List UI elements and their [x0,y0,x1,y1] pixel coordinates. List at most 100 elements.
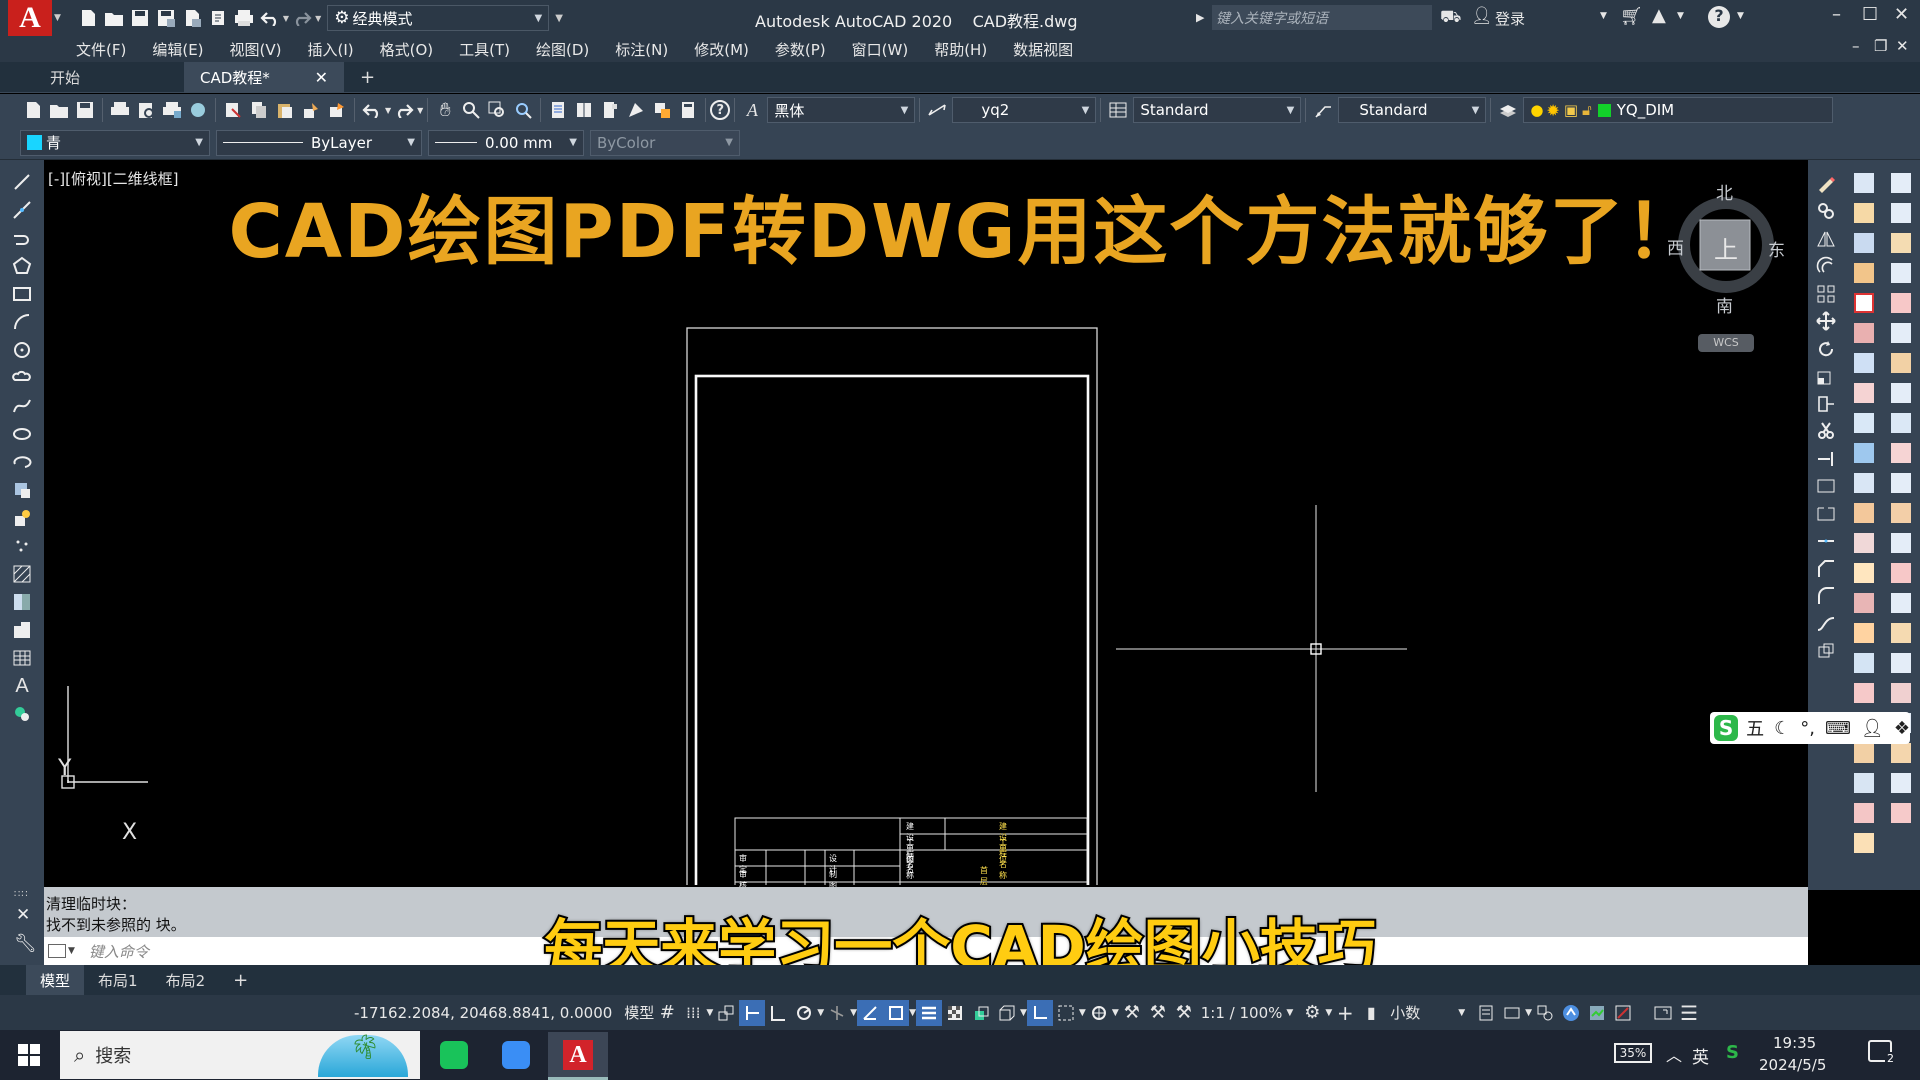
annotation-autoscale-icon[interactable]: ⚒ [1145,1000,1171,1026]
plugin-tool-3-icon[interactable] [1854,233,1874,253]
express-tool-13-icon[interactable] [1891,533,1911,553]
express-tool-1-icon[interactable] [1891,173,1911,193]
save-icon[interactable] [127,5,153,31]
keyboard-icon[interactable]: ⌨ [1825,718,1851,739]
multileader-style-icon[interactable] [1310,97,1336,123]
layer-properties-icon[interactable] [1495,97,1521,123]
plugin-tool-20-icon[interactable] [1854,743,1874,763]
paste-icon[interactable] [272,97,298,123]
express-tool-4-icon[interactable] [1891,263,1911,283]
a360-icon[interactable]: ▲ [1652,5,1666,26]
sogou-tray-icon[interactable]: S [1726,1042,1739,1063]
lightbulb-on-icon[interactable]: ● [1530,101,1543,119]
publish-icon[interactable] [159,97,185,123]
help-dropdown-icon[interactable]: ▼ [1737,11,1744,21]
tab-layout1[interactable]: 布局1 [84,965,152,995]
scale-dropdown-icon[interactable]: ▼ [1286,1008,1293,1018]
quickcalc-icon[interactable] [675,97,701,123]
cut-icon[interactable] [220,97,246,123]
break-at-point-icon[interactable] [1808,473,1844,500]
move-icon[interactable] [1808,308,1844,335]
extend-icon[interactable] [1808,445,1844,472]
coordinates-readout[interactable]: -17162.2084, 20468.8841, 0.0000 [354,1004,612,1022]
express-tool-17-icon[interactable] [1891,653,1911,673]
express-tool-21-icon[interactable] [1891,773,1911,793]
plugin-tool-1-icon[interactable] [1854,173,1874,193]
menu-dataview[interactable]: 数据视图 [1013,39,1073,60]
scale-icon[interactable] [1808,363,1844,390]
plugin-tool-4-icon[interactable] [1854,263,1874,283]
dynamic-input-icon[interactable] [739,999,766,1026]
plugin-tool-6-icon[interactable] [1854,323,1874,343]
close-button[interactable]: ✕ [1894,4,1909,25]
units-icon[interactable]: ▮ [1358,1000,1384,1026]
plot-icon[interactable] [107,97,133,123]
clock-time[interactable]: 19:35 [1773,1034,1816,1052]
menu-window[interactable]: 窗口(W) [852,39,909,60]
tray-chevron-up-icon[interactable]: ︿ [1666,1042,1682,1066]
viewcube[interactable]: 北 西 东 南 上 WCS [1666,178,1786,358]
plugin-tool-22-icon[interactable] [1854,803,1874,823]
rectangle-icon[interactable] [0,280,44,308]
undo-icon[interactable] [257,5,283,31]
snap-icon[interactable]: ⁞⁞⁞ [680,1000,706,1026]
rotate-icon[interactable] [1808,335,1844,362]
open-icon[interactable] [46,97,72,123]
doc-restore-button[interactable]: ❐ [1874,37,1887,55]
taskbar-search[interactable]: ⌕ 搜索 🌴︎ [60,1031,420,1079]
wechat-app-icon[interactable] [440,1041,468,1069]
arc-icon[interactable] [0,308,44,336]
add-selected-icon[interactable] [0,700,44,728]
apps-icon[interactable]: ❖ [1894,718,1910,739]
gizmo-dropdown-icon[interactable]: ▼ [1112,1008,1119,1018]
infer-constraints-icon[interactable] [713,1000,739,1026]
binoculars-icon[interactable]: ⛟ [1440,7,1461,29]
export-icon[interactable] [205,5,231,31]
doc-minimize-button[interactable]: – [1852,37,1860,55]
array-icon[interactable] [1808,280,1844,307]
join-icon[interactable] [1808,528,1844,555]
sogou-logo-icon[interactable]: S [1714,715,1739,741]
match-properties-icon[interactable] [298,97,324,123]
plugin-tool-12-icon[interactable] [1854,503,1874,523]
compass-west[interactable]: 西 [1667,234,1684,259]
properties-icon[interactable] [545,97,571,123]
search-expand-icon[interactable]: ▶ [1196,11,1204,24]
input-language[interactable]: 英 [1692,1043,1709,1068]
chamfer-icon[interactable] [1808,555,1844,582]
grip-icon[interactable]: ∷∷ [14,889,29,900]
insert-block-icon[interactable] [0,476,44,504]
clean-screen-icon[interactable] [1610,1000,1636,1026]
plugin-tool-5-icon[interactable] [1854,293,1874,313]
pan-hand-icon[interactable]: ✋︎ [432,97,458,123]
dim-style-icon[interactable] [924,97,950,123]
menu-insert[interactable]: 插入(I) [308,39,354,60]
login-dropdown-icon[interactable]: ▼ [1600,11,1607,21]
tab-layout2[interactable]: 布局2 [152,965,220,995]
plugin-tool-11-icon[interactable] [1854,473,1874,493]
ellipse-arc-icon[interactable] [0,448,44,476]
explode-icon[interactable] [1808,638,1844,665]
text-style-icon[interactable]: A [739,97,765,123]
menu-view[interactable]: 视图(V) [230,39,282,60]
new-tab-button[interactable]: + [344,62,391,93]
clock-date[interactable]: 2024/5/5 [1759,1056,1826,1074]
redo-dropdown-icon[interactable]: ▼ [315,14,321,23]
sheet-set-icon[interactable] [623,97,649,123]
offset-icon[interactable] [1808,253,1844,280]
tab-model[interactable]: 模型 [26,965,85,995]
break-icon[interactable] [1808,500,1844,527]
express-tool-8-icon[interactable] [1891,383,1911,403]
units-dropdown-icon[interactable]: ▼ [1458,1008,1465,1018]
point-icon[interactable] [0,532,44,560]
hatch-icon[interactable] [0,560,44,588]
units-value[interactable]: 小数 [1390,1002,1458,1023]
multileader-style-select[interactable]: Standard ▼ [1338,97,1487,123]
trim-icon[interactable] [1808,418,1844,445]
blend-curves-icon[interactable] [1808,610,1844,637]
plugin-tool-2-icon[interactable] [1854,203,1874,223]
punctuation-icon[interactable]: °, [1800,718,1815,739]
compass-east[interactable]: 东 [1768,236,1785,261]
express-tool-15-icon[interactable] [1891,593,1911,613]
menu-edit[interactable]: 编辑(E) [152,39,203,60]
